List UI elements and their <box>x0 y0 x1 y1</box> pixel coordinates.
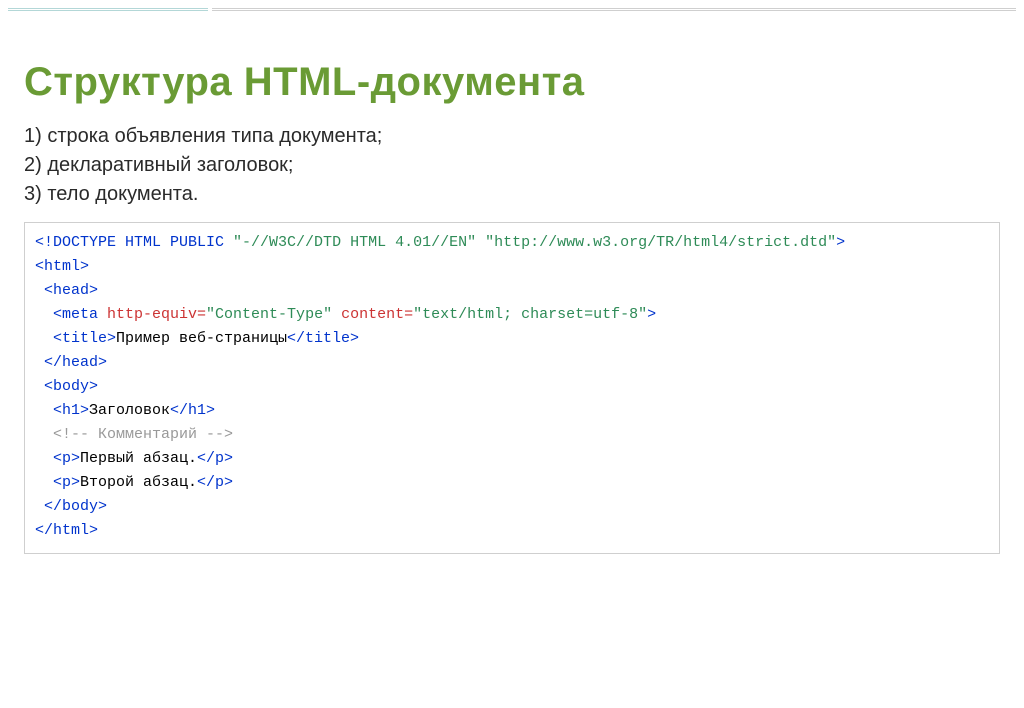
code-token: <meta <box>35 306 107 323</box>
code-token: <!-- Комментарий --> <box>35 426 233 443</box>
code-token: Заголовок <box>89 402 170 419</box>
code-token: "Content-Type" <box>206 306 332 323</box>
code-token: </p> <box>197 474 233 491</box>
code-token: > <box>836 234 845 251</box>
code-token: Первый абзац. <box>80 450 197 467</box>
code-token: "http://www.w3.org/TR/html4/strict.dtd" <box>485 234 836 251</box>
code-token: > <box>647 306 656 323</box>
code-token <box>332 306 341 323</box>
code-token: <head> <box>35 282 98 299</box>
decorative-rule-accent <box>8 8 208 18</box>
code-token: <body> <box>35 378 98 395</box>
code-token: <p> <box>35 474 80 491</box>
slide-title: Структура HTML-документа <box>24 60 1000 105</box>
code-token: </title> <box>287 330 359 347</box>
decorative-rule-gray <box>212 8 1016 18</box>
code-token: </html> <box>35 522 98 539</box>
code-token: </h1> <box>170 402 215 419</box>
code-token: <!DOCTYPE HTML PUBLIC <box>35 234 233 251</box>
code-token: content= <box>341 306 413 323</box>
slide-content: Структура HTML-документа 1) строка объяв… <box>24 60 1000 554</box>
code-token: Второй абзац. <box>80 474 197 491</box>
bullet-list: 1) строка объявления типа документа; 2) … <box>24 125 1000 206</box>
code-token: </body> <box>35 498 107 515</box>
list-item: 1) строка объявления типа документа; <box>24 125 1000 148</box>
code-token: <h1> <box>35 402 89 419</box>
list-item: 3) тело документа. <box>24 183 1000 206</box>
code-token: <html> <box>35 258 89 275</box>
code-token: </p> <box>197 450 233 467</box>
code-token: "-//W3C//DTD HTML 4.01//EN" <box>233 234 476 251</box>
code-token: http-equiv= <box>107 306 206 323</box>
code-token: <title> <box>35 330 116 347</box>
decorative-top-rule <box>8 8 1016 18</box>
code-token: "text/html; charset=utf-8" <box>413 306 647 323</box>
code-token: Пример веб-страницы <box>116 330 287 347</box>
code-token <box>476 234 485 251</box>
list-item: 2) декларативный заголовок; <box>24 154 1000 177</box>
code-token: <p> <box>35 450 80 467</box>
code-token: </head> <box>35 354 107 371</box>
code-example: <!DOCTYPE HTML PUBLIC "-//W3C//DTD HTML … <box>24 222 1000 554</box>
